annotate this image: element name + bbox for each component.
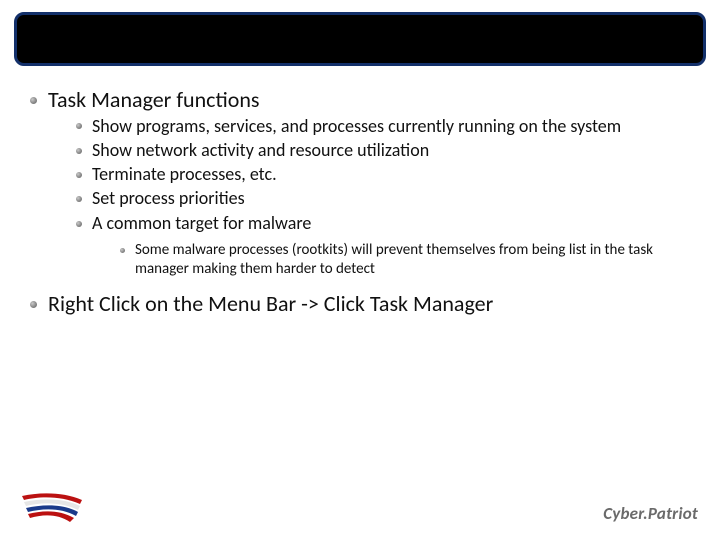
list-item: Show network activity and resource utili… [76, 138, 690, 162]
flag-ribbon-icon [20, 490, 84, 526]
list-item-text: Some malware processes (rootkits) will p… [135, 241, 653, 279]
footer-logo [20, 490, 84, 526]
list-item-text: Set process priorities [92, 187, 245, 209]
list-item-text: Task Manager functions [48, 86, 259, 113]
list-item: Right Click on the Menu Bar -> Click Tas… [30, 290, 690, 318]
list-item: Show programs, services, and processes c… [76, 114, 690, 138]
list-item: A common target for malware Some malware… [76, 211, 690, 280]
title-bar [14, 12, 706, 66]
bullet-list-lvl3: Some malware processes (rootkits) will p… [120, 241, 690, 280]
list-item-text: Terminate processes, etc. [92, 163, 277, 185]
list-item-text: Show programs, services, and processes c… [92, 115, 621, 137]
list-item: Terminate processes, etc. [76, 162, 690, 186]
bullet-list-lvl1: Task Manager functions Show programs, se… [30, 86, 690, 317]
slide: Task Manager functions Show programs, se… [0, 0, 720, 540]
bullet-list-lvl2: Show programs, services, and processes c… [76, 114, 690, 280]
list-item: Some malware processes (rootkits) will p… [120, 241, 690, 280]
list-item: Task Manager functions Show programs, se… [30, 86, 690, 280]
list-item-text: Show network activity and resource utili… [92, 139, 429, 161]
list-item: Set process priorities [76, 186, 690, 210]
list-item-text: Right Click on the Menu Bar -> Click Tas… [48, 290, 493, 317]
footer-brand: Cyber.Patriot [603, 503, 698, 524]
list-item-text: A common target for malware [92, 212, 311, 234]
slide-content: Task Manager functions Show programs, se… [30, 86, 690, 327]
